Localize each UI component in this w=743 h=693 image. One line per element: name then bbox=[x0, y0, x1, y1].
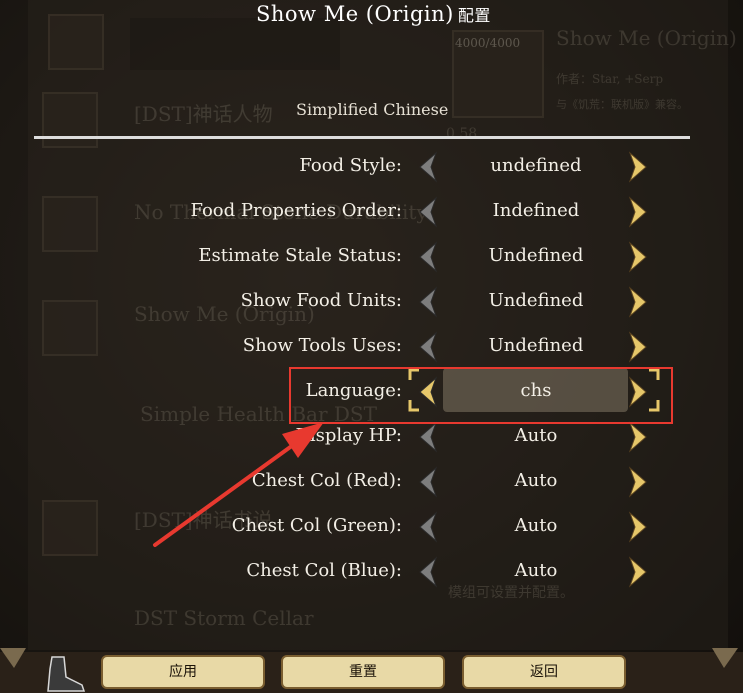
apply-button[interactable]: 应用 bbox=[101, 655, 265, 689]
boot-icon bbox=[47, 656, 86, 692]
reset-button[interactable]: 重置 bbox=[281, 655, 445, 689]
left-corner-ornament bbox=[0, 648, 26, 668]
annotation-arrow bbox=[153, 422, 324, 547]
back-button[interactable]: 返回 bbox=[462, 655, 626, 689]
right-corner-ornament bbox=[712, 648, 738, 668]
